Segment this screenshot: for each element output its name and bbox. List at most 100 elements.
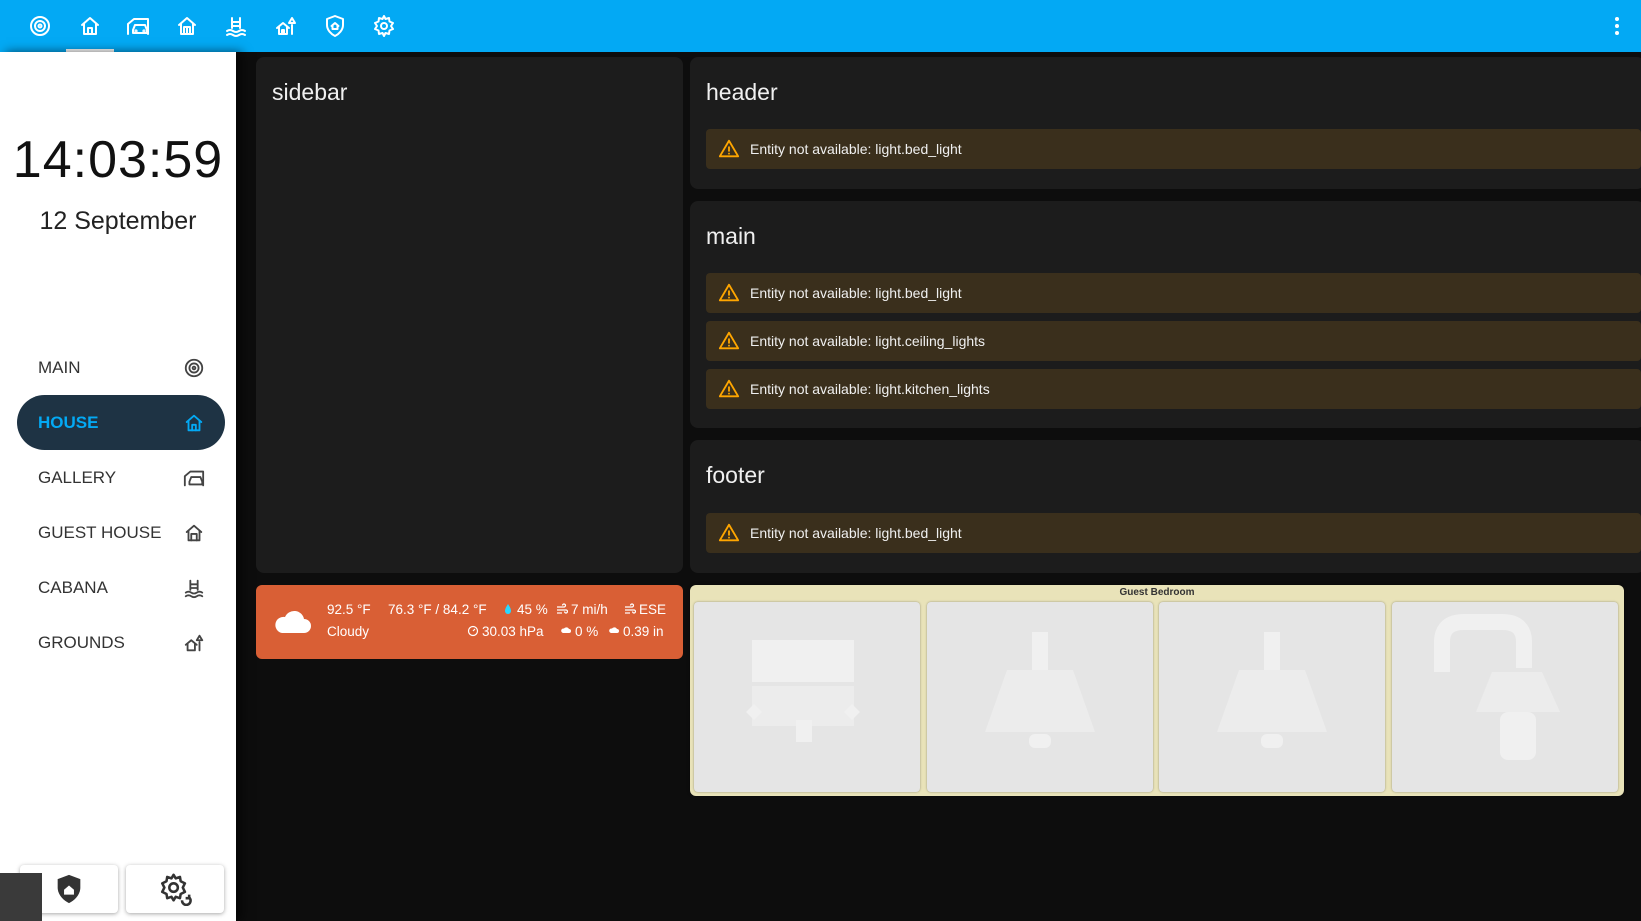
weather-humidity-value: 45 % [517,602,548,617]
warning-row: Entity not available: light.ceiling_ligh… [706,321,1641,361]
card-main: main Entity not available: light.bed_lig… [690,201,1641,428]
weather-card[interactable]: 92.5 °F Cloudy 76.3 °F / 84.2 °F 45 % 7 … [256,585,683,659]
tab-settings[interactable] [360,0,408,52]
room-tile-desk-lamp[interactable] [1392,602,1618,792]
tab-main[interactable] [16,0,64,52]
warning-row: Entity not available: light.bed_light [706,513,1641,553]
cloudy-icon [275,610,311,633]
card-title: header [706,79,778,105]
target-icon [183,357,205,379]
sidebar-item-main[interactable]: MAIN [17,340,225,395]
weather-pressure: 30.03 hPa [467,624,544,639]
room-tile-ceiling-light-1[interactable] [927,602,1153,792]
weather-precipitation-value: 0.39 in [623,624,664,639]
tab-cabana[interactable] [212,0,260,52]
sidebar-item-label: HOUSE [38,412,99,432]
card-header: header Entity not available: light.bed_l… [690,57,1641,189]
sidebar-nav: MAIN HOUSE GALLERY GUEST HOUSE CABANA GR… [17,340,225,670]
car-garage-icon [127,18,149,35]
sidebar-item-label: GROUNDS [38,632,125,652]
alert-icon [718,139,740,158]
sidebar-item-label: GUEST HOUSE [38,522,162,542]
sidebar-item-guest-house[interactable]: GUEST HOUSE [17,505,225,560]
alert-icon [718,331,740,350]
warning-text: Entity not available: light.kitchen_ligh… [750,381,990,397]
warning-text: Entity not available: light.ceiling_ligh… [750,333,986,349]
sidebar-item-cabana[interactable]: CABANA [17,560,225,615]
weather-humidity: 45 % [502,602,548,617]
home-icon [183,412,205,434]
alert-icon [718,523,740,542]
sidebar-item-label: GALLERY [38,467,117,487]
room-card: Guest Bedroom [690,585,1624,796]
date: 12 September [39,207,197,235]
card-sidebar: sidebar [256,57,683,573]
card-title: footer [706,462,765,488]
ceiling-lamp-icon [1217,632,1327,748]
warning-row: Entity not available: light.bed_light [706,129,1641,169]
sidebar-corner-block [0,873,42,921]
shield-home-icon [57,874,81,904]
pool-icon [183,577,205,599]
warning-text: Entity not available: light.bed_light [750,141,962,157]
weather-precip-probability: 0 % [560,624,598,639]
tab-gallery[interactable] [114,0,162,52]
weather-precip-probability-value: 0 % [575,624,599,639]
card-title: sidebar [272,79,348,105]
clock: 14:03:59 [12,131,224,189]
sidebar-item-label: CABANA [38,577,108,597]
grounds-icon [276,17,296,35]
tab-security[interactable] [311,0,359,52]
tab-grounds[interactable] [262,0,310,52]
weather-temperature: 92.5 °F [327,602,371,617]
rain-cloud-icon [561,627,571,633]
warning-row: Entity not available: light.bed_light [706,273,1641,313]
settings-button[interactable] [126,865,224,913]
shield-home-icon [326,15,344,37]
home-icon [81,17,99,35]
grounds-icon [183,632,205,654]
settings-icon [160,873,192,906]
car-garage-icon [183,467,205,489]
weather-wind-speed-value: 7 mi/h [571,602,608,617]
desk-lamp-icon [1434,614,1560,760]
tab-guest-house[interactable] [163,0,211,52]
room-title: Guest Bedroom [1119,587,1195,598]
warning-text: Entity not available: light.bed_light [750,525,962,541]
target-icon [30,16,50,36]
dots-vertical-icon[interactable] [1599,0,1635,52]
sidebar-item-gallery[interactable]: GALLERY [17,450,225,505]
water-drop-icon [505,604,511,614]
sidebar-panel: 14:03:59 12 September MAIN HOUSE GALLERY… [0,52,236,921]
guest-house-icon [183,522,205,544]
room-tile-ceiling-light-2[interactable] [1159,602,1385,792]
weather-pressure-value: 30.03 hPa [482,624,544,639]
card-footer: footer Entity not available: light.bed_l… [690,440,1641,573]
sidebar-item-grounds[interactable]: GROUNDS [17,615,225,670]
weather-temp-range: 76.3 °F / 84.2 °F [388,602,487,617]
pool-icon [226,17,246,37]
settings-icon [374,15,394,37]
weather-wind-direction-value: ESE [639,602,667,617]
wind-icon [557,603,568,614]
weather-wind-speed: 7 mi/h [556,602,608,617]
tv-icon [746,640,860,742]
tab-house[interactable] [66,0,114,52]
warning-text: Entity not available: light.bed_light [750,285,962,301]
weather-condition: Cloudy [327,624,370,639]
guest-house-icon [178,17,196,35]
room-tile-tv[interactable] [694,602,920,792]
weather-precipitation: 0.39 in [608,624,664,639]
weather-wind-direction: ESE [624,602,666,617]
sidebar-item-house[interactable]: HOUSE [17,395,225,450]
rain-cloud-icon [609,627,619,633]
ceiling-lamp-icon [985,632,1095,748]
gauge-icon [467,625,479,637]
alert-icon [718,379,740,398]
sidebar-item-label: MAIN [38,357,81,377]
warning-row: Entity not available: light.kitchen_ligh… [706,369,1641,409]
alert-icon [718,283,740,302]
top-app-bar [0,0,1641,52]
wind-icon [625,603,636,614]
card-title: main [706,223,756,249]
